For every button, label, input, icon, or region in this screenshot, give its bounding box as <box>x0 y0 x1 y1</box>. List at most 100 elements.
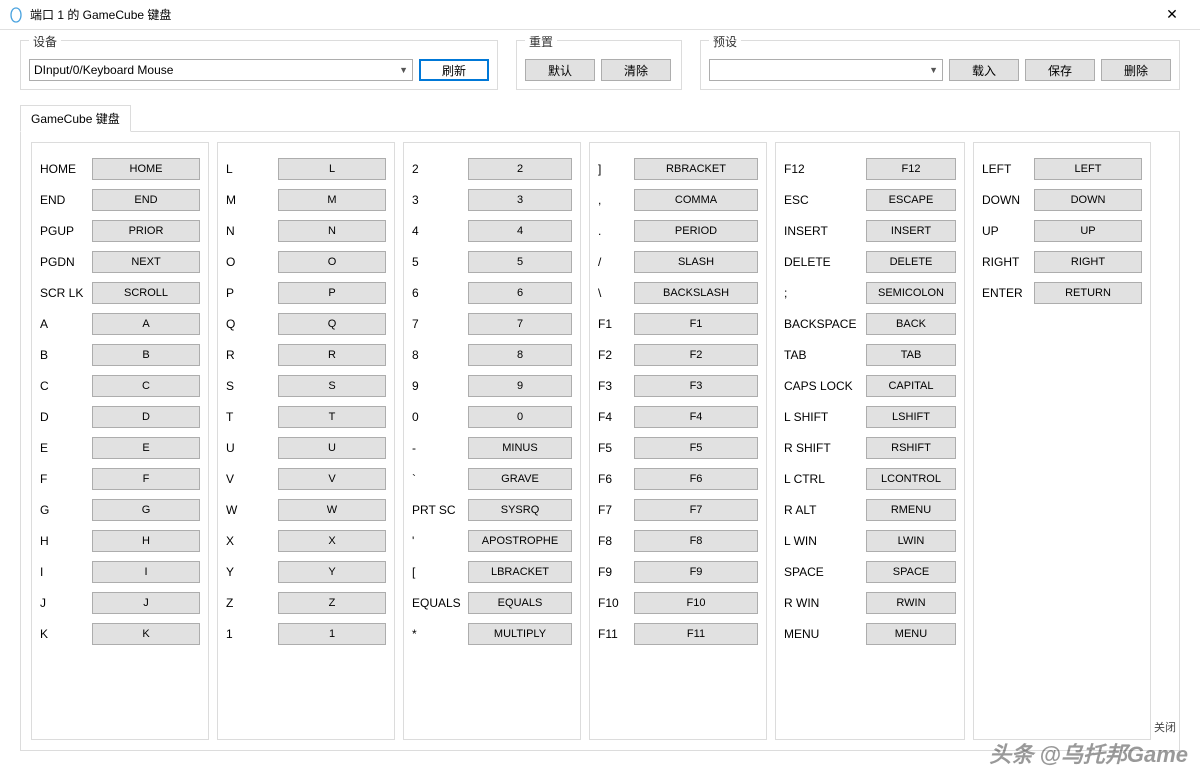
key-binding-button[interactable]: F3 <box>634 375 758 397</box>
key-binding-button[interactable]: RETURN <box>1034 282 1142 304</box>
key-binding-button[interactable]: EQUALS <box>468 592 572 614</box>
key-binding-button[interactable]: APOSTROPHE <box>468 530 572 552</box>
key-binding-button[interactable]: U <box>278 437 386 459</box>
load-button[interactable]: 载入 <box>949 59 1019 81</box>
key-binding-button[interactable]: F9 <box>634 561 758 583</box>
key-binding-button[interactable]: TAB <box>866 344 956 366</box>
default-button[interactable]: 默认 <box>525 59 595 81</box>
key-binding-button[interactable]: H <box>92 530 200 552</box>
clear-button[interactable]: 清除 <box>601 59 671 81</box>
key-binding-button[interactable]: GRAVE <box>468 468 572 490</box>
key-binding-button[interactable]: COMMA <box>634 189 758 211</box>
save-button[interactable]: 保存 <box>1025 59 1095 81</box>
key-binding-button[interactable]: DELETE <box>866 251 956 273</box>
key-binding-button[interactable]: A <box>92 313 200 335</box>
key-binding-button[interactable]: F10 <box>634 592 758 614</box>
key-binding-button[interactable]: RSHIFT <box>866 437 956 459</box>
key-binding-button[interactable]: M <box>278 189 386 211</box>
key-binding-button[interactable]: P <box>278 282 386 304</box>
key-binding-button[interactable]: 3 <box>468 189 572 211</box>
key-binding-button[interactable]: S <box>278 375 386 397</box>
key-binding-button[interactable]: K <box>92 623 200 645</box>
key-binding-button[interactable]: RMENU <box>866 499 956 521</box>
key-binding-button[interactable]: RBRACKET <box>634 158 758 180</box>
preset-select[interactable]: ▼ <box>709 59 943 81</box>
key-binding-button[interactable]: F8 <box>634 530 758 552</box>
key-binding-button[interactable]: Y <box>278 561 386 583</box>
device-select[interactable]: DInput/0/Keyboard Mouse ▼ <box>29 59 413 81</box>
key-binding-button[interactable]: F1 <box>634 313 758 335</box>
key-binding-button[interactable]: LSHIFT <box>866 406 956 428</box>
key-binding-button[interactable]: 6 <box>468 282 572 304</box>
key-binding-button[interactable]: RIGHT <box>1034 251 1142 273</box>
key-binding-button[interactable]: F2 <box>634 344 758 366</box>
key-binding-button[interactable]: F12 <box>866 158 956 180</box>
key-binding-button[interactable]: LWIN <box>866 530 956 552</box>
key-binding-button[interactable]: F5 <box>634 437 758 459</box>
key-binding-button[interactable]: PRIOR <box>92 220 200 242</box>
key-binding-button[interactable]: Q <box>278 313 386 335</box>
key-row: L CTRLLCONTROL <box>784 463 956 494</box>
key-binding-button[interactable]: F <box>92 468 200 490</box>
key-binding-button[interactable]: O <box>278 251 386 273</box>
key-binding-button[interactable]: SEMICOLON <box>866 282 956 304</box>
key-row: F5F5 <box>598 432 758 463</box>
key-binding-button[interactable]: END <box>92 189 200 211</box>
key-binding-button[interactable]: 7 <box>468 313 572 335</box>
key-binding-button[interactable]: F4 <box>634 406 758 428</box>
key-binding-button[interactable]: UP <box>1034 220 1142 242</box>
key-binding-button[interactable]: 1 <box>278 623 386 645</box>
key-binding-button[interactable]: N <box>278 220 386 242</box>
close-button[interactable]: ✕ <box>1152 1 1192 29</box>
key-binding-button[interactable]: SLASH <box>634 251 758 273</box>
key-binding-button[interactable]: F7 <box>634 499 758 521</box>
key-binding-button[interactable]: PERIOD <box>634 220 758 242</box>
key-binding-button[interactable]: L <box>278 158 386 180</box>
delete-button[interactable]: 删除 <box>1101 59 1171 81</box>
key-binding-button[interactable]: 4 <box>468 220 572 242</box>
key-binding-button[interactable]: LCONTROL <box>866 468 956 490</box>
key-binding-button[interactable]: D <box>92 406 200 428</box>
key-binding-button[interactable]: BACK <box>866 313 956 335</box>
key-binding-button[interactable]: J <box>92 592 200 614</box>
refresh-button[interactable]: 刷新 <box>419 59 489 81</box>
key-row: SPACESPACE <box>784 556 956 587</box>
key-binding-button[interactable]: DOWN <box>1034 189 1142 211</box>
key-binding-button[interactable]: MENU <box>866 623 956 645</box>
key-binding-button[interactable]: MULTIPLY <box>468 623 572 645</box>
key-binding-button[interactable]: G <box>92 499 200 521</box>
key-binding-button[interactable]: 9 <box>468 375 572 397</box>
key-binding-button[interactable]: 2 <box>468 158 572 180</box>
key-binding-button[interactable]: BACKSLASH <box>634 282 758 304</box>
close-footer-button[interactable]: 关闭 <box>1154 719 1176 735</box>
key-binding-button[interactable]: MINUS <box>468 437 572 459</box>
key-binding-button[interactable]: NEXT <box>92 251 200 273</box>
key-binding-button[interactable]: C <box>92 375 200 397</box>
tab-keyboard[interactable]: GameCube 键盘 <box>20 105 131 132</box>
key-row: BB <box>40 339 200 370</box>
key-binding-button[interactable]: W <box>278 499 386 521</box>
key-binding-button[interactable]: SPACE <box>866 561 956 583</box>
key-binding-button[interactable]: 8 <box>468 344 572 366</box>
key-binding-button[interactable]: E <box>92 437 200 459</box>
key-binding-button[interactable]: I <box>92 561 200 583</box>
key-binding-button[interactable]: 0 <box>468 406 572 428</box>
key-binding-button[interactable]: LEFT <box>1034 158 1142 180</box>
key-binding-button[interactable]: V <box>278 468 386 490</box>
key-binding-button[interactable]: T <box>278 406 386 428</box>
key-binding-button[interactable]: CAPITAL <box>866 375 956 397</box>
key-binding-button[interactable]: SYSRQ <box>468 499 572 521</box>
key-binding-button[interactable]: SCROLL <box>92 282 200 304</box>
key-binding-button[interactable]: LBRACKET <box>468 561 572 583</box>
key-binding-button[interactable]: Z <box>278 592 386 614</box>
key-binding-button[interactable]: ESCAPE <box>866 189 956 211</box>
key-binding-button[interactable]: 5 <box>468 251 572 273</box>
key-binding-button[interactable]: F6 <box>634 468 758 490</box>
key-binding-button[interactable]: R <box>278 344 386 366</box>
key-binding-button[interactable]: B <box>92 344 200 366</box>
key-binding-button[interactable]: HOME <box>92 158 200 180</box>
key-binding-button[interactable]: F11 <box>634 623 758 645</box>
key-binding-button[interactable]: RWIN <box>866 592 956 614</box>
key-binding-button[interactable]: INSERT <box>866 220 956 242</box>
key-binding-button[interactable]: X <box>278 530 386 552</box>
